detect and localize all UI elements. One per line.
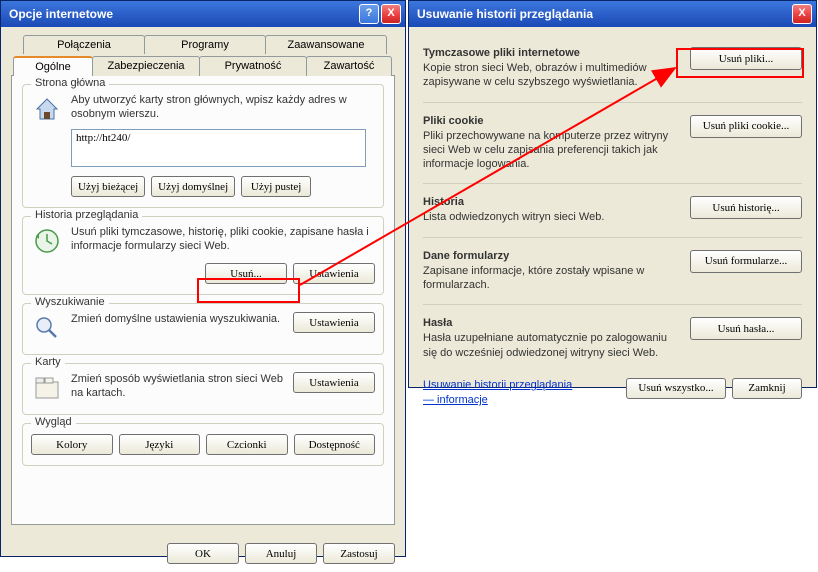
tabs-settings-button[interactable]: Ustawienia (293, 372, 375, 393)
about-link-line2[interactable]: — informacje (423, 394, 488, 406)
delete-passwords-button[interactable]: Usuń hasła... (690, 317, 802, 340)
search-legend: Wyszukiwanie (31, 296, 109, 308)
appearance-legend: Wygląd (31, 416, 76, 428)
delete-cookies-button[interactable]: Usuń pliki cookie... (690, 115, 802, 138)
tab-privacy[interactable]: Prywatność (199, 56, 307, 76)
search-icon (31, 312, 63, 344)
temp-files-desc: Kopie stron sieci Web, obrazów i multime… (423, 61, 680, 90)
about-link-line1[interactable]: Usuwanie historii przeglądania (423, 379, 572, 391)
close-button[interactable]: X (381, 4, 401, 24)
colors-button[interactable]: Kolory (31, 434, 113, 455)
forms-section: Dane formularzy Zapisane informacje, któ… (423, 244, 802, 306)
history-legend: Historia przeglądania (31, 209, 142, 221)
history-text: Usuń pliki tymczasowe, historię, pliki c… (71, 225, 375, 254)
delete-all-button[interactable]: Usuń wszystko... (626, 378, 726, 399)
close-dialog-button[interactable]: Zamknij (732, 378, 802, 399)
tabs-icon (31, 372, 63, 404)
tab-row-primary: Ogólne Zabezpieczenia Prywatność Zawarto… (13, 56, 395, 76)
use-current-button[interactable]: Użyj bieżącej (71, 176, 145, 197)
search-fieldset: Wyszukiwanie Zmień domyślne ustawienia w… (22, 303, 384, 355)
tabs-fieldset: Karty Zmień sposób wyświetlania stron si… (22, 363, 384, 415)
accessibility-button[interactable]: Dostępność (294, 434, 376, 455)
tab-connections[interactable]: Połączenia (23, 35, 145, 54)
homepage-url-input[interactable] (71, 129, 366, 167)
dialog-title: Opcje internetowe (9, 7, 113, 21)
passwords-title: Hasła (423, 317, 680, 329)
use-blank-button[interactable]: Użyj pustej (241, 176, 311, 197)
delete-history-button[interactable]: Usuń historię... (690, 196, 802, 219)
dialog-title: Usuwanie historii przeglądania (417, 7, 593, 21)
home-icon (31, 93, 63, 125)
tab-security[interactable]: Zabezpieczenia (92, 56, 200, 76)
cookies-title: Pliki cookie (423, 115, 680, 127)
tab-general[interactable]: Ogólne (13, 56, 93, 76)
history-settings-button[interactable]: Ustawienia (293, 263, 375, 284)
passwords-section: Hasła Hasła uzupełniane automatycznie po… (423, 311, 802, 372)
delete-history-button[interactable]: Usuń... (205, 263, 287, 284)
forms-title: Dane formularzy (423, 250, 680, 262)
delete-history-dialog: Usuwanie historii przeglądania X Tymczas… (408, 0, 817, 388)
dialog-bottom-buttons: OK Anuluj Zastosuj (1, 535, 405, 572)
appearance-fieldset: Wygląd Kolory Języki Czcionki Dostępność (22, 423, 384, 466)
titlebar[interactable]: Usuwanie historii przeglądania X (409, 1, 816, 27)
delete-files-button[interactable]: Usuń pliki... (690, 47, 802, 70)
tab-panel-general: Strona główna Aby utworzyć karty stron g… (11, 75, 395, 525)
tab-advanced[interactable]: Zaawansowane (265, 35, 387, 54)
ok-button[interactable]: OK (167, 543, 239, 564)
history-section: Historia Lista odwiedzonych witryn sieci… (423, 190, 802, 237)
temp-files-title: Tymczasowe pliki internetowe (423, 47, 680, 59)
tab-content[interactable]: Zawartość (306, 56, 392, 76)
cookies-desc: Pliki przechowywane na komputerze przez … (423, 129, 680, 172)
dialog-body: Połączenia Programy Zaawansowane Ogólne … (1, 27, 405, 535)
history-icon (31, 225, 63, 257)
fonts-button[interactable]: Czcionki (206, 434, 288, 455)
delete-forms-button[interactable]: Usuń formularze... (690, 250, 802, 273)
dialog-footer: Usuwanie historii przeglądania — informa… (423, 378, 802, 409)
passwords-desc: Hasła uzupełniane automatycznie po zalog… (423, 331, 680, 360)
tab-row-secondary: Połączenia Programy Zaawansowane (23, 35, 395, 54)
help-button[interactable]: ? (359, 4, 379, 24)
internet-options-dialog: Opcje internetowe ? X Połączenia Program… (0, 0, 406, 557)
titlebar[interactable]: Opcje internetowe ? X (1, 1, 405, 27)
close-button[interactable]: X (792, 4, 812, 24)
languages-button[interactable]: Języki (119, 434, 201, 455)
tab-programs[interactable]: Programy (144, 35, 266, 54)
history-desc: Lista odwiedzonych witryn sieci Web. (423, 210, 680, 224)
use-default-button[interactable]: Użyj domyślnej (151, 176, 235, 197)
tabs-legend: Karty (31, 356, 65, 368)
dialog-body: Tymczasowe pliki internetowe Kopie stron… (409, 27, 816, 419)
history-title: Historia (423, 196, 680, 208)
homepage-fieldset: Strona główna Aby utworzyć karty stron g… (22, 84, 384, 208)
homepage-legend: Strona główna (31, 77, 109, 89)
homepage-text: Aby utworzyć karty stron głównych, wpisz… (71, 93, 375, 122)
cancel-button[interactable]: Anuluj (245, 543, 317, 564)
tabs-text: Zmień sposób wyświetlania stron sieci We… (71, 372, 285, 401)
titlebar-controls: X (792, 4, 812, 24)
search-settings-button[interactable]: Ustawienia (293, 312, 375, 333)
search-text: Zmień domyślne ustawienia wyszukiwania. (71, 312, 285, 326)
cookies-section: Pliki cookie Pliki przechowywane na komp… (423, 109, 802, 185)
temp-files-section: Tymczasowe pliki internetowe Kopie stron… (423, 41, 802, 103)
apply-button[interactable]: Zastosuj (323, 543, 395, 564)
titlebar-controls: ? X (359, 4, 401, 24)
forms-desc: Zapisane informacje, które zostały wpisa… (423, 264, 680, 293)
history-fieldset: Historia przeglądania Usuń pliki tymczas… (22, 216, 384, 295)
